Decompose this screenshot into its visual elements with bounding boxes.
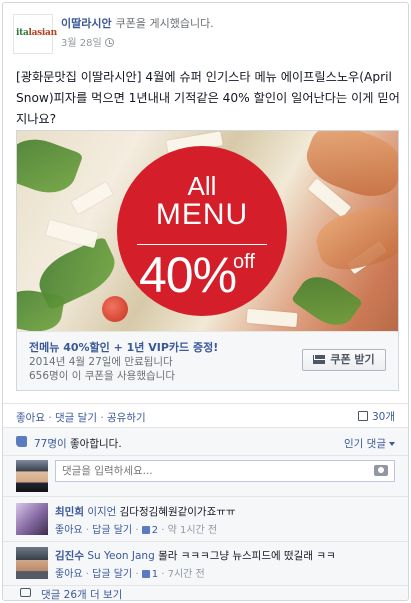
post-body-text: [광화문맛집 이딸라시안] 4월에 슈퍼 인기스타 메뉴 에이프릴스노우(Apr… [16,70,400,126]
page-logo: italasian [16,28,57,38]
action-separator: · [96,412,107,424]
food-cheese [71,181,113,215]
thumbs-up-icon [16,436,27,447]
share-icon [357,411,368,421]
commenter-avatar[interactable] [16,547,48,579]
banner-menu-text: MENU [155,198,249,231]
comment-bubble-icon [20,588,31,597]
share-count-link[interactable]: 30개 [357,409,395,424]
get-coupon-label: 쿠폰 받기 [330,353,375,366]
comment-likes-count[interactable]: 1 [152,569,158,580]
banner-all-text: All [187,171,217,201]
logo-text-part1: ita [16,28,29,38]
comment-like-link[interactable]: 좋아요 [55,569,83,580]
comment-item: 최민희 이지언 김다정김혜원같이가죠ㅠㅠ 좋아요 · 답글 달기 · 2 · 약… [3,498,408,542]
comment-time[interactable]: 7시간 전 [168,569,205,580]
comment-link[interactable]: 댓글 달기 [55,412,97,424]
logo-text-part2: lasian [28,28,58,38]
likes-suffix: 좋아합니다. [66,438,122,450]
coupon-title-link[interactable]: 전메뉴 40%할인 + 1년 VIP카드 증정! [29,339,218,355]
page-name-link[interactable]: 이딸라시안 [61,17,112,30]
my-avatar[interactable] [16,460,48,492]
post-headline: 이딸라시안 쿠폰을 게시했습니다. [61,15,214,31]
chevron-down-icon [389,442,395,446]
banner-percent-text: 40% [139,247,237,303]
banner-divider [137,244,267,245]
camera-icon[interactable] [374,465,388,476]
coupon-info: 전메뉴 40%할인 + 1년 VIP카드 증정! 2014년 4월 27일에 만… [17,331,398,390]
post-actions: 좋아요 · 댓글 달기 · 공유하기 [16,410,146,425]
comment-composer [3,457,408,497]
comment-body: 김다정김혜원같이가죠ㅠㅠ [116,506,236,518]
likes-count-text: 77명이 좋아합니다. [34,436,122,451]
comment-author-link[interactable]: 김진수 [55,550,84,562]
food-cheese [246,308,298,328]
comment-tag-link[interactable]: 이지언 [87,506,116,518]
coupon-expiry: 2014년 4월 27일에 만료됩니다 [29,356,173,368]
envelope-icon [313,355,326,364]
view-more-comments[interactable]: 댓글 26개 더 보기 [3,586,408,601]
get-coupon-button[interactable]: 쿠폰 받기 [302,349,386,371]
comment-text: 최민희 이지언 김다정김혜원같이가죠ㅠㅠ [55,504,236,519]
share-count-text: 30개 [371,411,395,423]
clock-icon [104,38,114,47]
likes-summary: 77명이 좋아합니다. 인기 댓글 [3,428,408,456]
action-separator: · [44,412,55,424]
comment-author-link[interactable]: 최민희 [55,506,84,518]
post-action-text: 쿠폰을 게시했습니다. [115,17,214,30]
likes-count-link[interactable]: 77명이 [34,438,67,450]
page-avatar[interactable]: italasian [13,14,57,54]
post-actions-bar: 좋아요 · 댓글 달기 · 공유하기 30개 [3,403,408,427]
post-header: italasian 이딸라시안 쿠폰을 게시했습니다. 3월 28일 [3,3,408,61]
post-card: italasian 이딸라시안 쿠폰을 게시했습니다. 3월 28일 [광화문맛집… [2,2,409,601]
comment-text: 김진수 Su Yeon Jang 몰라 ㅋㅋㅋ그냥 뉴스피드에 떴길래 ㅋㅋ [55,548,336,563]
like-link[interactable]: 좋아요 [16,412,45,424]
comment-reply-link[interactable]: 답글 달기 [92,569,132,580]
comment-body: 몰라 ㅋㅋㅋ그냥 뉴스피드에 떴길래 ㅋㅋ [154,550,336,562]
comment-time[interactable]: 약 1시간 전 [168,525,218,536]
coupon-attachment[interactable]: All MENU 40% off 전메뉴 40%할인 + 1년 VIP카드 증정… [16,130,399,391]
comment-item: 김진수 Su Yeon Jang 몰라 ㅋㅋㅋ그냥 뉴스피드에 떴길래 ㅋㅋ 좋… [3,542,408,586]
view-more-comments-label: 댓글 26개 더 보기 [41,589,123,601]
coupon-used-count: 656명이 이 쿠폰을 사용했습니다 [29,370,175,382]
post-date[interactable]: 3월 28일 [61,38,102,49]
comment-meta: 좋아요 · 답글 달기 · 2 · 약 1시간 전 [55,525,218,536]
food-leaf [17,131,84,202]
post-meta: 3월 28일 [61,34,114,49]
comment-sort-dropdown[interactable]: 인기 댓글 [344,436,395,451]
coupon-photo[interactable]: All MENU 40% off [17,131,398,331]
comment-reply-link[interactable]: 답글 달기 [92,525,132,536]
comment-likes-count[interactable]: 2 [152,525,158,536]
share-link[interactable]: 공유하기 [107,412,146,424]
comment-sort-label: 인기 댓글 [344,438,386,450]
food-leaf [290,267,364,331]
comment-like-link[interactable]: 좋아요 [55,525,83,536]
food-cheese [45,219,99,249]
thumbs-up-icon [141,570,150,578]
comment-meta: 좋아요 · 답글 달기 · 1 · 7시간 전 [55,569,205,580]
commenter-avatar[interactable] [16,503,48,535]
feedback-area: 77명이 좋아합니다. 인기 댓글 최민희 이지언 김다정김혜원같이가죠ㅠㅠ 좋… [3,427,408,601]
discount-badge: All MENU 40% off [117,146,287,316]
food-chicken [311,200,398,277]
banner-off-text: off [233,251,255,273]
comment-input[interactable] [55,460,395,482]
thumbs-up-icon [141,526,150,534]
comment-tag-link[interactable]: Su Yeon Jang [87,550,154,562]
food-tomato [102,296,128,322]
